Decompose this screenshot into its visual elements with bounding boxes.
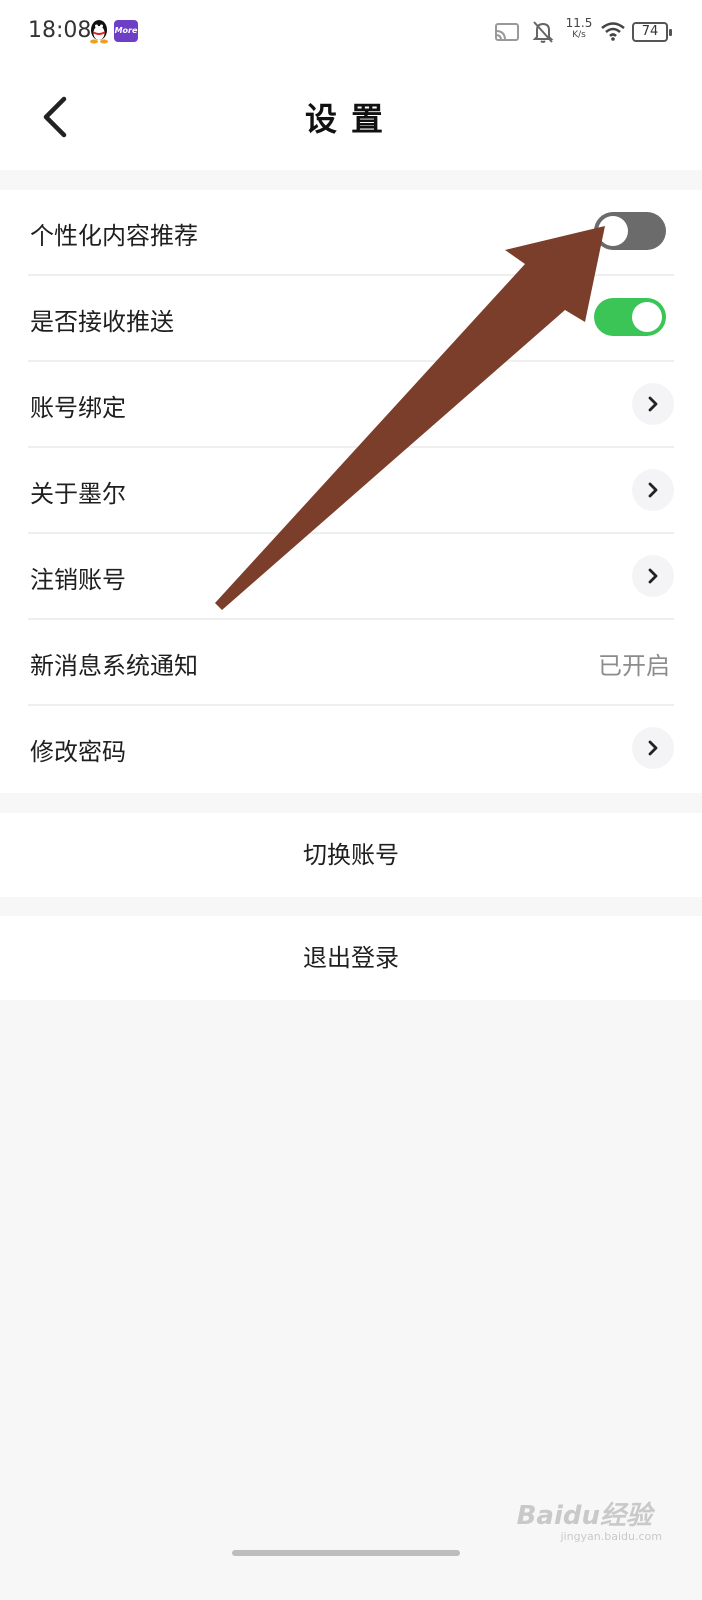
setting-label: 修改密码 <box>30 738 126 766</box>
switch-account-button[interactable]: 切换账号 <box>0 813 702 897</box>
chevron-right-icon <box>632 727 674 769</box>
personalized-recommendation-toggle[interactable] <box>594 212 666 250</box>
setting-row-deregister-account[interactable]: 注销账号 <box>28 534 674 620</box>
baidu-watermark-url: jingyan.baidu.com <box>560 1530 662 1543</box>
battery-indicator: 74 <box>632 22 672 42</box>
setting-row-about[interactable]: 关于墨尔 <box>28 448 674 534</box>
status-time: 18:08 <box>28 18 92 43</box>
setting-label: 注销账号 <box>30 566 126 594</box>
setting-label: 个性化内容推荐 <box>30 222 198 250</box>
setting-row-change-password[interactable]: 修改密码 <box>28 706 674 792</box>
network-speed-value: 11.5 <box>565 16 593 30</box>
chevron-right-icon <box>632 469 674 511</box>
home-indicator[interactable] <box>232 1550 460 1556</box>
toggle-knob <box>598 216 628 246</box>
setting-row-receive-push[interactable]: 是否接收推送 <box>28 276 674 362</box>
bell-muted-icon <box>532 21 554 43</box>
setting-label: 新消息系统通知 <box>30 652 198 680</box>
status-bar: 18:08 More 11.5 K/s 74 <box>0 0 702 64</box>
logout-button[interactable]: 退出登录 <box>0 916 702 1000</box>
baidu-watermark: Baidu经验 <box>516 1501 652 1531</box>
setting-row-personalized-recommendation[interactable]: 个性化内容推荐 <box>28 190 674 276</box>
page-title: 设置 <box>304 100 397 138</box>
chevron-right-icon <box>632 383 674 425</box>
qq-penguin-icon <box>90 20 108 44</box>
header: 设置 <box>0 64 702 170</box>
chevron-right-icon <box>632 555 674 597</box>
setting-row-account-binding[interactable]: 账号绑定 <box>28 362 674 448</box>
network-speed-unit: K/s <box>572 30 586 40</box>
setting-row-notifications[interactable]: 新消息系统通知 已开启 <box>28 620 674 706</box>
settings-list: 个性化内容推荐 是否接收推送 账号绑定 关于墨尔 注销账号 新消息系统通知 已开… <box>0 190 702 793</box>
network-speed: 11.5 K/s <box>565 16 593 40</box>
receive-push-toggle[interactable] <box>594 298 666 336</box>
setting-label: 账号绑定 <box>30 394 126 422</box>
cast-icon <box>495 23 519 41</box>
notification-status-value: 已开启 <box>598 652 670 680</box>
toggle-knob <box>632 302 662 332</box>
wifi-icon <box>601 22 625 41</box>
setting-label: 关于墨尔 <box>30 480 126 508</box>
more-app-icon: More <box>114 20 138 42</box>
setting-label: 是否接收推送 <box>30 308 174 336</box>
